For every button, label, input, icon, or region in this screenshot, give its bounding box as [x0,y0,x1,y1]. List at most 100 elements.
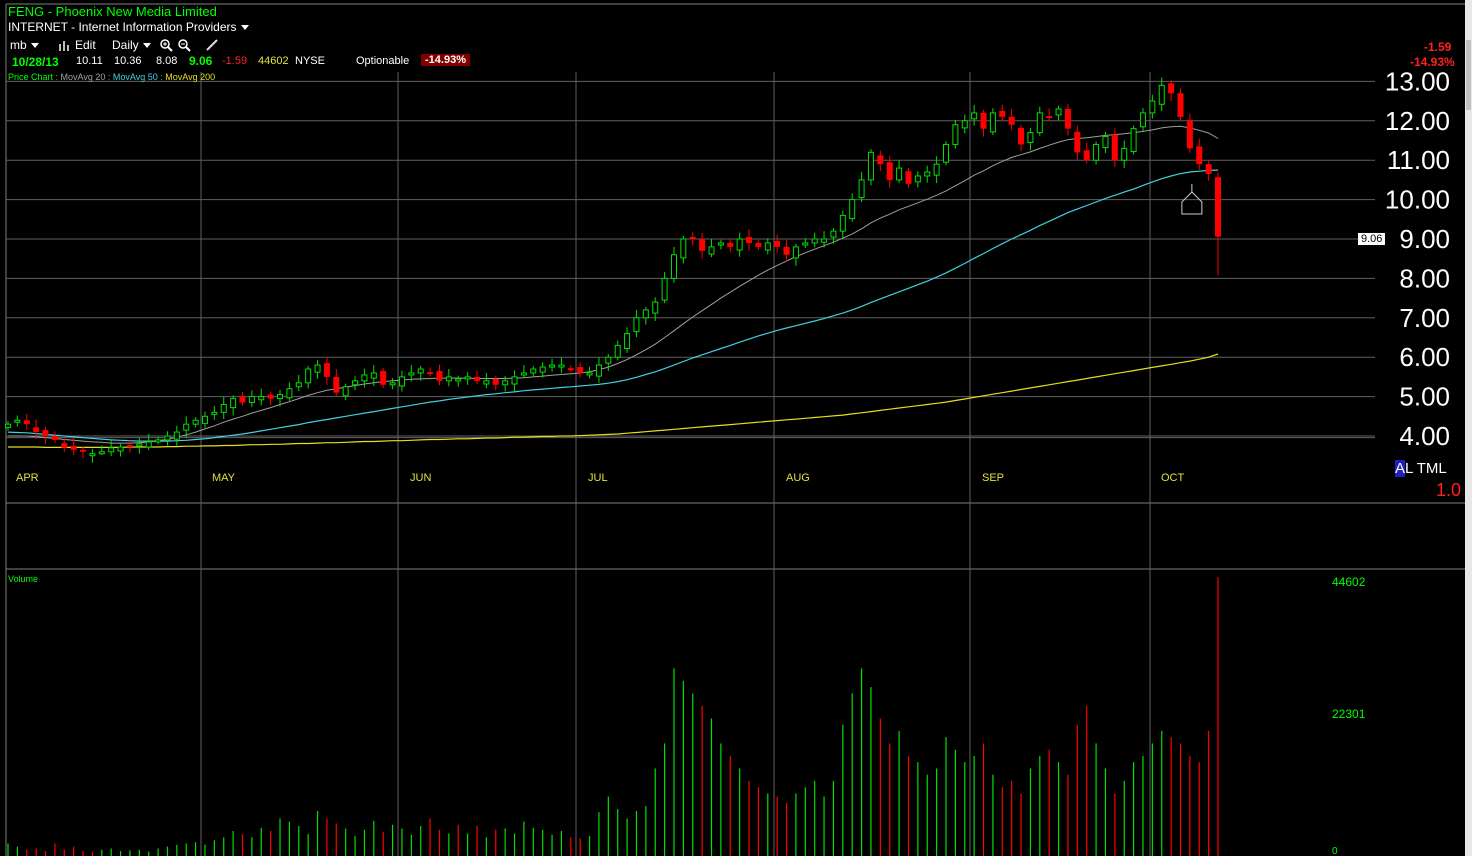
price-tick-label: 4.00 [1399,421,1450,451]
candle-body [1121,147,1128,161]
candle-body [370,372,377,379]
scroll-thumb[interactable] [1466,40,1471,110]
candle-body [145,441,152,448]
candle-body [455,378,462,382]
candle-body [502,380,509,386]
price-tick-label: 8.00 [1399,263,1450,293]
candle-body [1036,112,1043,134]
candle-body [1046,116,1053,119]
candle-body [445,376,452,382]
candle-body [333,376,340,393]
candle-body [1018,127,1025,145]
price-tick-label: 7.00 [1399,303,1450,333]
candle-body [989,112,996,133]
chevron-down-icon [142,43,151,49]
legend-sep: : [105,72,113,82]
candle-body [896,167,903,181]
candle-body [230,398,237,409]
zoom-out-icon[interactable] [177,38,191,52]
candle-body [483,380,490,385]
zoom-in-icon[interactable] [159,38,173,52]
period-dropdown[interactable]: Daily [112,38,151,52]
candle-body [14,419,21,423]
symbol-title[interactable]: FENG - Phoenix New Media Limited [8,4,217,19]
candle-body [295,382,302,388]
candle-body [905,171,912,184]
quote-change: -1.59 [222,55,248,67]
candle-body [108,447,115,453]
candle-body [248,396,255,404]
candle-body [886,162,893,180]
edit-label: Edit [75,38,96,52]
candle-body [155,439,162,443]
candle-body [323,363,330,377]
candle-body [1130,128,1137,153]
bar-chart-icon [59,41,69,52]
candle-body [277,394,284,400]
candle-body [239,396,246,403]
candle-body [398,376,405,387]
volume-label: Volume [8,574,39,584]
candle-body [980,112,987,129]
indicator-legend[interactable]: Price Chart : MovAvg 20 : MovAvg 50 : Mo… [8,72,215,82]
candle-body [1027,132,1034,143]
edit-button[interactable]: Edit [58,38,96,52]
user-dropdown[interactable]: mb [10,38,39,52]
volume-zero-label: 0 [1332,846,1338,856]
candle-body [80,449,87,452]
industry-dropdown[interactable]: INTERNET - Internet Information Provider… [8,20,249,34]
candle-body [314,364,321,373]
draw-line-icon[interactable] [205,38,219,52]
candle-body [305,368,312,384]
candle-body [971,112,978,120]
vertical-scrollbar[interactable] [1465,0,1472,856]
candle-body [258,396,265,401]
candle-body [1149,100,1156,114]
candle-body [201,415,208,424]
legend-ma50: MovAvg 50 [112,72,158,82]
candle-body [136,443,143,447]
candle-body [1196,146,1203,165]
quote-low: 8.08 [156,55,178,67]
legend-ma200: MovAvg 200 [165,72,216,82]
candle-body [164,435,171,441]
month-label: AUG [786,472,810,484]
chevron-down-icon [30,43,39,49]
candle-body [361,374,368,382]
candle-body [717,242,724,246]
candle-body [858,179,865,199]
chart-window: 4.00 5.00 6.00 7.00 8.00 9.00 10.00 11.00 12.00 1… [0,0,1472,856]
candle-body [839,214,846,232]
candle-body [605,356,612,364]
candle-body [877,155,884,165]
month-label: MAY [212,472,236,484]
candle-body [539,366,546,373]
candle-body [727,242,734,247]
price-tick-label: 5.00 [1399,382,1450,412]
candle-body [802,242,809,246]
candle-body [614,344,621,358]
altml-indicator[interactable]: AL TML [1395,460,1447,477]
candle-body [1111,134,1118,161]
candle-body [952,124,959,145]
candle-body [42,430,49,436]
month-label: OCT [1161,472,1185,484]
candle-body [1008,116,1015,125]
candle-body [98,451,105,455]
candle-body [380,370,387,385]
candle-body [943,143,949,163]
price-tick-label: 6.00 [1399,342,1450,372]
candle-body [849,199,856,220]
candle-body [746,237,753,243]
candle-body [520,372,527,376]
chart-canvas[interactable]: 4.00 5.00 6.00 7.00 8.00 9.00 10.00 11.00 12.00 1… [0,0,1465,856]
optionable-label: Optionable [356,55,410,67]
candle-body [1083,150,1090,161]
candle-body [192,419,199,425]
volume-max-label: 44602 [1332,575,1366,589]
candle-body [924,171,931,177]
candle-body [126,445,133,448]
candle-body [474,376,480,381]
legend-ma20: MovAvg 20 [60,72,106,82]
quote-volume: 44602 [258,55,289,67]
